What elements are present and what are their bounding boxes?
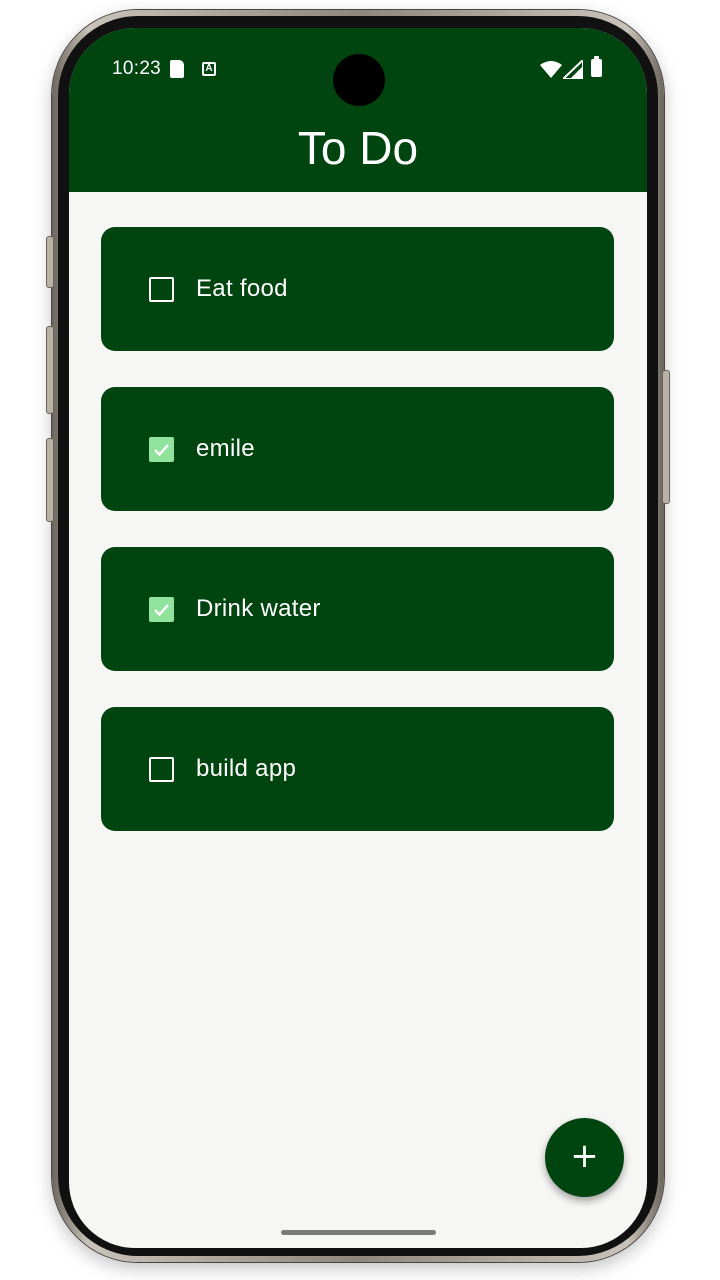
volume-up-button	[46, 326, 54, 414]
app-screen: 10:23 A To Do Eat food emile Drink water…	[69, 28, 647, 1248]
todo-checkbox[interactable]	[149, 277, 174, 302]
signal-icon	[563, 60, 583, 79]
home-indicator[interactable]	[281, 1230, 436, 1235]
todo-checkbox[interactable]	[149, 437, 174, 462]
power-button	[662, 370, 670, 504]
todo-label: build app	[196, 755, 297, 782]
battery-icon	[591, 56, 602, 77]
check-icon	[154, 444, 169, 457]
todo-label: Drink water	[196, 595, 321, 622]
status-time: 10:23	[112, 58, 162, 79]
app-bar: 10:23 A To Do	[69, 28, 647, 192]
todo-checkbox[interactable]	[149, 757, 174, 782]
volume-down-button	[46, 438, 54, 522]
add-todo-button[interactable]: +	[545, 1118, 624, 1197]
todo-item[interactable]: Drink water	[101, 547, 614, 671]
sd-card-icon	[170, 60, 184, 78]
action-button	[46, 236, 54, 288]
page-title: To Do	[297, 122, 419, 174]
todo-checkbox[interactable]	[149, 597, 174, 622]
todo-item[interactable]: build app	[101, 707, 614, 831]
todo-label: emile	[196, 435, 255, 462]
todo-label: Eat food	[196, 275, 288, 302]
text-a-icon: A	[202, 62, 216, 76]
front-camera	[333, 54, 385, 106]
check-icon	[154, 604, 169, 617]
wifi-icon	[540, 61, 562, 78]
todo-list: Eat food emile Drink water build app	[101, 227, 614, 867]
todo-item[interactable]: emile	[101, 387, 614, 511]
plus-icon: +	[570, 1136, 599, 1176]
todo-item[interactable]: Eat food	[101, 227, 614, 351]
